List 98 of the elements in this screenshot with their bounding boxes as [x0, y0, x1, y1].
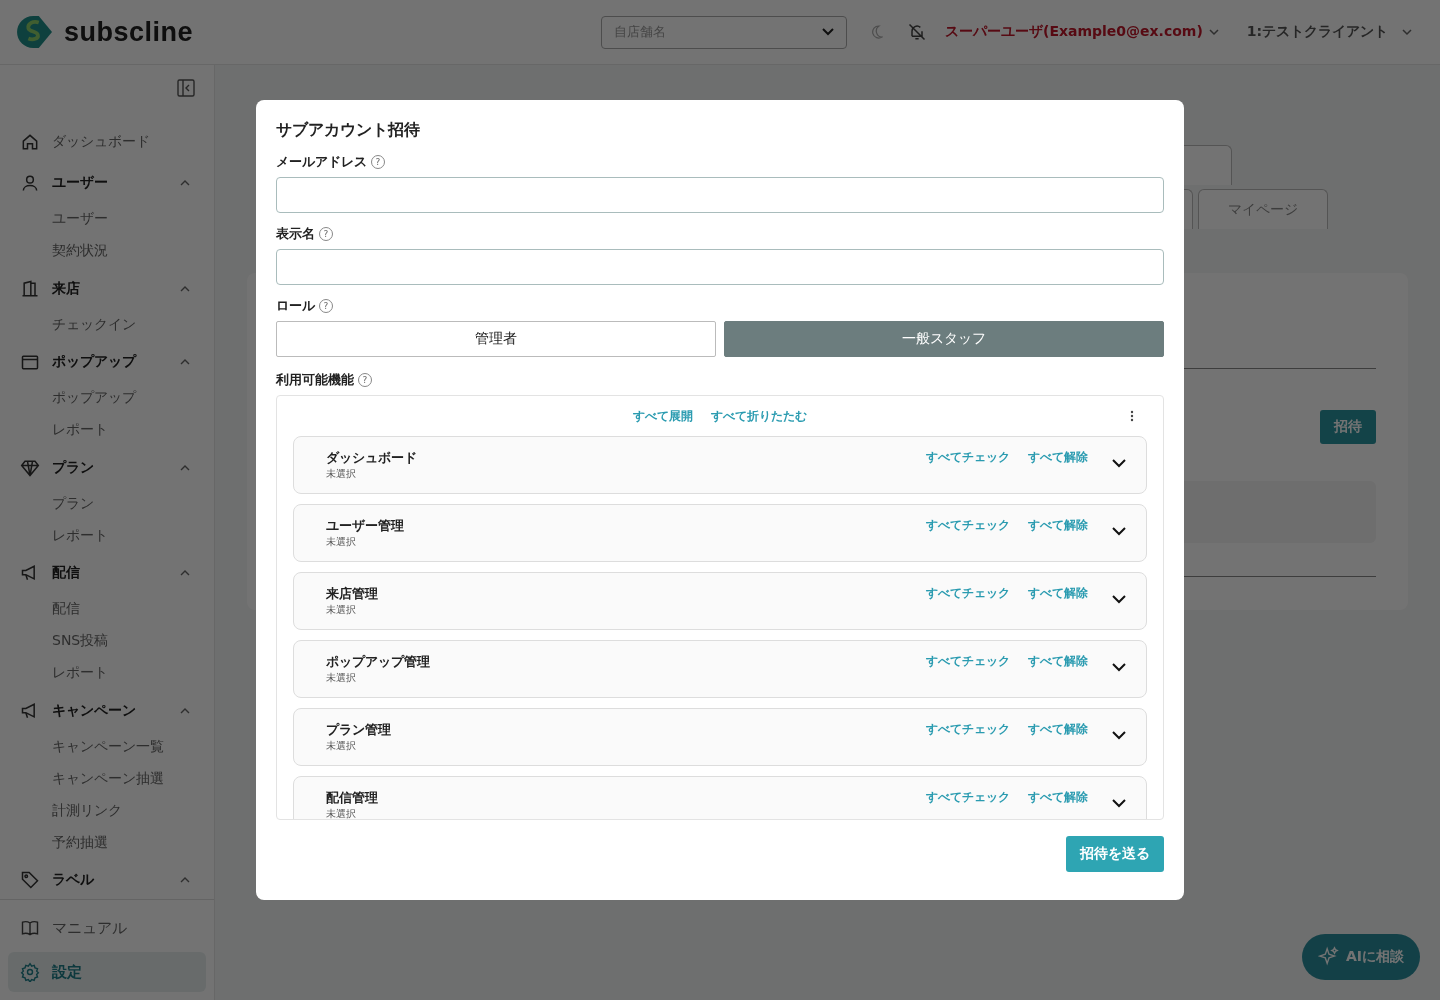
chevron-icon	[1112, 799, 1126, 808]
chevron-icon	[1112, 663, 1126, 672]
chevron-down-icon	[1208, 28, 1219, 36]
feature-group[interactable]: 配信管理 未選択 すべてチェック すべて解除	[293, 776, 1147, 819]
group-status: 未選択	[326, 671, 357, 685]
chevron-icon	[180, 464, 190, 471]
clear-all-link[interactable]: すべて解除	[1028, 517, 1088, 534]
chevron-icon	[1112, 595, 1126, 604]
chevron-icon	[180, 285, 190, 292]
nav-subitem[interactable]: プラン	[20, 486, 194, 519]
nav-subitem[interactable]: レポート	[20, 413, 194, 445]
nav-item[interactable]: ポップアップ	[20, 343, 194, 381]
check-all-link[interactable]: すべてチェック	[926, 653, 1010, 670]
group-status: 未選択	[326, 603, 357, 617]
nav-subitem[interactable]: キャンペーン一覧	[20, 729, 194, 762]
feature-group[interactable]: ダッシュボード 未選択 すべてチェック すべて解除	[293, 436, 1147, 494]
client-menu[interactable]: 1:テストクライアント	[1246, 23, 1413, 41]
nav-item[interactable]: 来店	[20, 270, 194, 308]
feature-group[interactable]: ユーザー管理 未選択 すべてチェック すべて解除	[293, 504, 1147, 562]
tag-icon	[20, 870, 40, 891]
chevron-icon	[180, 359, 190, 366]
group-name: ダッシュボード	[326, 449, 418, 467]
nav-subitem[interactable]: SNS投稿	[20, 624, 194, 656]
check-all-link[interactable]: すべてチェック	[926, 585, 1010, 602]
settings-icon	[20, 962, 40, 982]
group-name: プラン管理	[326, 721, 392, 739]
door-icon	[20, 278, 40, 299]
nav-subitem[interactable]: レポート	[20, 656, 194, 688]
nav-subitem[interactable]: チェックイン	[20, 307, 194, 340]
group-name: 来店管理	[326, 585, 379, 603]
nav-subitem[interactable]: レポート	[20, 518, 194, 551]
invite-button[interactable]: 招待	[1320, 410, 1376, 444]
nav-item[interactable]: 設定	[8, 952, 206, 992]
nav-subitem[interactable]: 予約抽選	[20, 825, 194, 858]
clear-all-link[interactable]: すべて解除	[1028, 449, 1088, 466]
dialog-title: サブアカウント招待	[276, 120, 421, 141]
nav-item[interactable]: ユーザー	[20, 164, 194, 202]
group-status: 未選択	[326, 467, 357, 481]
bell-off-icon[interactable]	[907, 22, 927, 42]
field-label: 利用可能機能	[276, 371, 354, 389]
clear-all-link[interactable]: すべて解除	[1028, 653, 1088, 670]
input-field[interactable]	[276, 249, 1164, 285]
person-icon	[20, 173, 40, 194]
nav-subitem[interactable]: ユーザー	[20, 202, 194, 234]
chevron-icon	[1112, 527, 1126, 536]
logo-icon	[16, 15, 54, 49]
group-name: ポップアップ管理	[326, 653, 431, 671]
field-label: メールアドレス	[276, 153, 367, 171]
group-status: 未選択	[326, 807, 357, 819]
group-status: 未選択	[326, 535, 357, 549]
chevron-icon	[180, 570, 190, 577]
sparkle-icon	[1317, 946, 1340, 968]
collapse-all-link[interactable]: すべて折りたたむ	[711, 407, 807, 425]
more-icon[interactable]	[1130, 410, 1134, 422]
field-label: 表示名	[276, 225, 315, 243]
feature-group[interactable]: プラン管理 未選択 すべてチェック すべて解除	[293, 708, 1147, 766]
group-name: 配信管理	[326, 789, 379, 807]
nav-subitem[interactable]: 配信	[20, 592, 194, 624]
check-all-link[interactable]: すべてチェック	[926, 449, 1010, 466]
clear-all-link[interactable]: すべて解除	[1028, 789, 1088, 806]
role-option[interactable]: 一般スタッフ	[724, 321, 1164, 357]
check-all-link[interactable]: すべてチェック	[926, 517, 1010, 534]
nav-item[interactable]: マニュアル	[8, 908, 206, 948]
chevron-icon	[180, 180, 190, 187]
check-all-link[interactable]: すべてチェック	[926, 789, 1010, 806]
input-field[interactable]	[276, 177, 1164, 213]
group-status: 未選択	[326, 739, 357, 753]
nav-item[interactable]: ラベル	[20, 861, 194, 899]
clear-all-link[interactable]: すべて解除	[1028, 585, 1088, 602]
expand-all-link[interactable]: すべて展開	[633, 407, 693, 425]
group-name: ユーザー管理	[326, 517, 405, 535]
moon-icon[interactable]	[871, 25, 883, 39]
nav-subitem[interactable]: 契約状況	[20, 234, 194, 266]
nav-item[interactable]: ダッシュボード	[20, 123, 194, 161]
clear-all-link[interactable]: すべて解除	[1028, 721, 1088, 738]
feature-group[interactable]: ポップアップ管理 未選択 すべてチェック すべて解除	[293, 640, 1147, 698]
brand-name: subscline	[64, 16, 194, 48]
send-invite-button[interactable]: 招待を送る	[1066, 836, 1164, 872]
ai-chat-button[interactable]: AIに相談	[1302, 934, 1420, 980]
chevron-icon	[1112, 731, 1126, 740]
nav-subitem[interactable]: 計測リンク	[20, 793, 194, 826]
role-option[interactable]: 管理者	[276, 321, 716, 357]
check-all-link[interactable]: すべてチェック	[926, 721, 1010, 738]
collapse-sidebar-icon[interactable]	[176, 78, 196, 98]
nav-item[interactable]: 配信	[20, 554, 194, 592]
chevron-down-icon	[1402, 28, 1413, 36]
chevron-icon	[180, 707, 190, 714]
nav-item[interactable]: プラン	[20, 449, 194, 487]
chevron-icon	[1112, 459, 1126, 468]
feature-group[interactable]: 来店管理 未選択 すべてチェック すべて解除	[293, 572, 1147, 630]
chevron-icon	[180, 877, 190, 884]
book-icon	[20, 918, 40, 938]
field-label: ロール	[276, 297, 315, 315]
chevron-down-icon	[822, 28, 834, 36]
user-menu[interactable]: スーパーユーザ(Example0@ex.com)	[945, 23, 1219, 41]
nav-subitem[interactable]: ポップアップ	[20, 381, 194, 413]
nav-subitem[interactable]: キャンペーン抽選	[20, 761, 194, 794]
nav-item[interactable]: キャンペーン	[20, 692, 194, 730]
